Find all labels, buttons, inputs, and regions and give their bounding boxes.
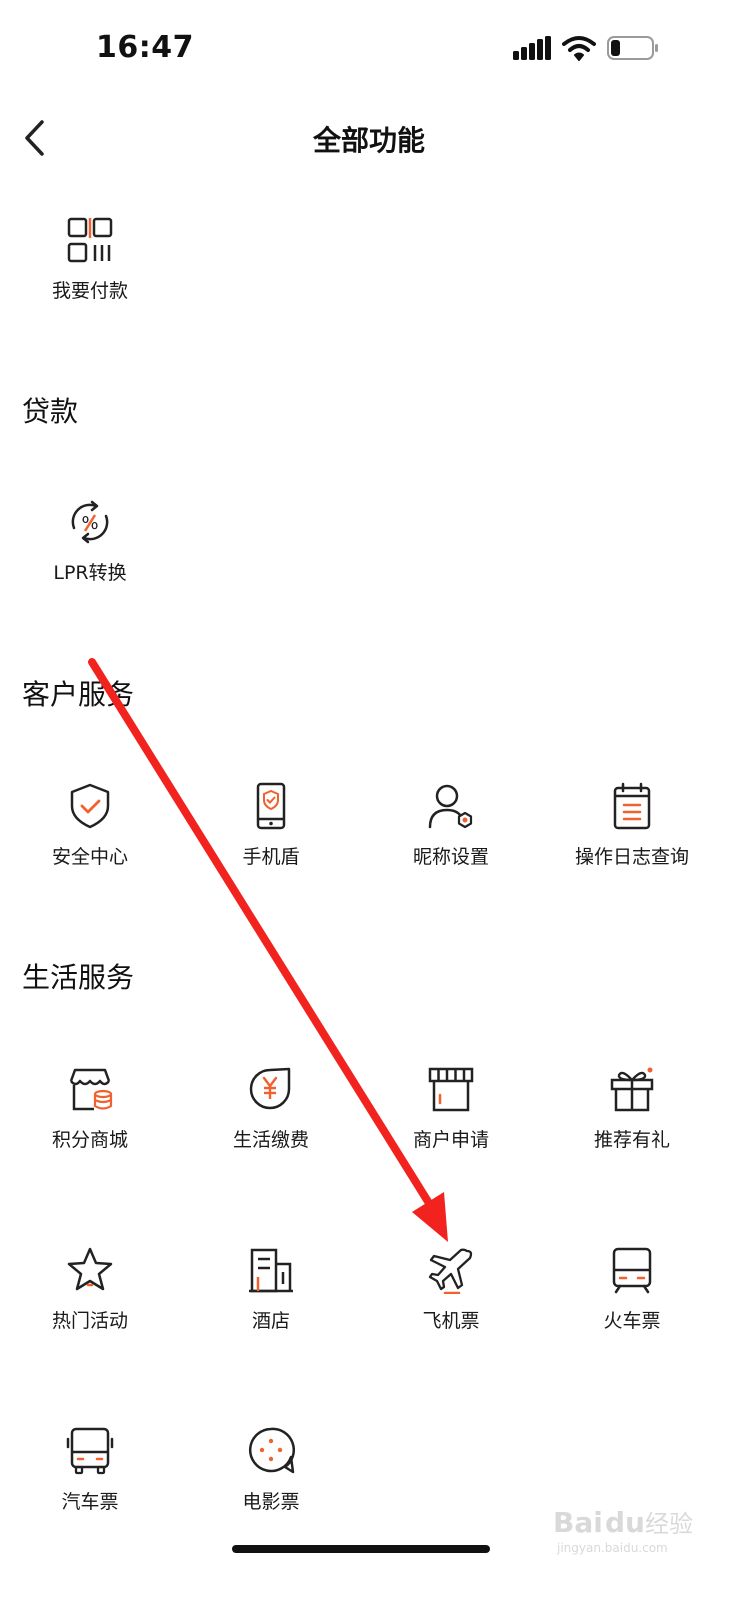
movie-ticket-button[interactable]: 电影票 <box>181 1427 361 1537</box>
shield-check-icon <box>70 783 110 829</box>
operation-log-button[interactable]: 操作日志查询 <box>542 782 722 892</box>
merchant-apply-button[interactable]: 商户申请 <box>361 1065 541 1175</box>
nickname-settings-label: 昵称设置 <box>412 846 489 868</box>
phone-shield-label: 手机盾 <box>242 846 300 868</box>
yen-bill-icon <box>249 1067 291 1110</box>
hotel-label: 酒店 <box>251 1310 290 1332</box>
lpr-convert-button[interactable]: % LPR转换 <box>0 498 180 608</box>
pay-button[interactable]: 我要付款 <box>0 216 180 326</box>
flight-ticket-button[interactable]: 飞机票 <box>361 1246 541 1356</box>
hotel-building-icon <box>249 1248 293 1293</box>
baidu-jingyan-watermark: Bai du 经验 jingyan.baidu.com <box>553 1506 693 1555</box>
section-title-life-service: 生活服务 <box>22 961 135 994</box>
user-settings-icon <box>428 784 473 829</box>
points-store-button[interactable]: 积分商城 <box>0 1065 180 1175</box>
pay-label: 我要付款 <box>51 280 128 302</box>
gift-icon <box>610 1067 654 1112</box>
nickname-settings-button[interactable]: 昵称设置 <box>361 782 541 892</box>
home-indicator[interactable] <box>232 1545 490 1553</box>
nav-bar: 全部功能 <box>0 105 738 169</box>
operation-log-label: 操作日志查询 <box>574 846 689 868</box>
hotel-button[interactable]: 酒店 <box>181 1246 361 1356</box>
cellular-signal-icon <box>513 36 551 60</box>
train-icon <box>612 1247 652 1294</box>
security-center-button[interactable]: 安全中心 <box>0 782 180 892</box>
page-title: 全部功能 <box>312 124 425 157</box>
qr-code-icon <box>67 217 113 263</box>
points-store-icon <box>69 1068 113 1111</box>
bus-ticket-label: 汽车票 <box>61 1491 119 1513</box>
svg-text:du: du <box>605 1506 645 1539</box>
section-title-loan: 贷款 <box>22 395 79 428</box>
hot-activities-label: 热门活动 <box>51 1310 128 1332</box>
life-payment-label: 生活缴费 <box>232 1129 309 1151</box>
merchant-apply-label: 商户申请 <box>412 1129 489 1151</box>
phone-shield-button[interactable]: 手机盾 <box>181 782 361 892</box>
status-time: 16:47 <box>96 30 194 65</box>
movie-icon <box>249 1427 295 1474</box>
referral-gift-label: 推荐有礼 <box>593 1129 670 1151</box>
movie-ticket-label: 电影票 <box>242 1491 300 1513</box>
calendar-log-icon <box>613 782 651 830</box>
lpr-convert-label: LPR转换 <box>53 562 127 584</box>
bus-ticket-button[interactable]: 汽车票 <box>0 1427 180 1537</box>
svg-text:经验: 经验 <box>645 1510 693 1538</box>
percent-cycle-icon: % <box>71 500 109 544</box>
svg-text:Bai: Bai <box>553 1506 603 1539</box>
train-ticket-button[interactable]: 火车票 <box>542 1246 722 1356</box>
airplane-icon <box>428 1248 473 1294</box>
svg-text:jingyan.baidu.com: jingyan.baidu.com <box>556 1541 668 1555</box>
flight-ticket-label: 飞机票 <box>422 1310 480 1332</box>
train-ticket-label: 火车票 <box>603 1310 661 1332</box>
bus-icon <box>66 1427 114 1475</box>
hot-activities-button[interactable]: 热门活动 <box>0 1246 180 1356</box>
battery-icon <box>607 36 658 60</box>
storefront-icon <box>428 1067 474 1112</box>
section-title-customer-service: 客户服务 <box>22 678 135 711</box>
points-store-label: 积分商城 <box>51 1129 128 1151</box>
phone-shield-icon <box>256 782 286 830</box>
security-center-label: 安全中心 <box>51 846 128 868</box>
life-payment-button[interactable]: 生活缴费 <box>181 1065 361 1175</box>
referral-gift-button[interactable]: 推荐有礼 <box>542 1065 722 1175</box>
wifi-icon <box>562 36 596 61</box>
status-bar: 16:47 <box>0 0 738 100</box>
star-icon <box>67 1247 113 1291</box>
